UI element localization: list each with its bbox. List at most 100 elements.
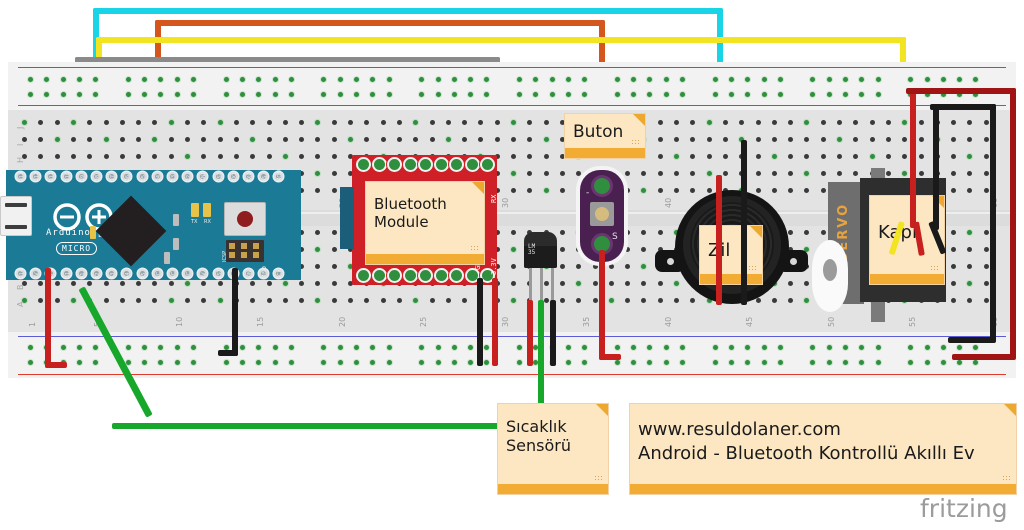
note-resize-grip[interactable] [470,245,480,252]
breadboard-hole[interactable] [983,298,989,303]
breadboard-hole[interactable] [549,92,555,97]
breadboard-hole[interactable] [657,230,663,235]
breadboard-hole[interactable] [761,92,767,97]
breadboard-hole[interactable] [771,188,777,193]
breadboard-hole[interactable] [875,77,881,82]
breadboard-hole[interactable] [983,247,989,252]
breadboard-hole[interactable] [103,120,109,125]
breadboard-hole[interactable] [674,137,679,142]
breadboard-hole[interactable] [60,77,66,82]
breadboard-hole[interactable] [722,154,728,159]
breadboard-hole[interactable] [771,137,777,142]
breadboard-hole[interactable] [380,298,386,303]
breadboard-hole[interactable] [28,77,33,82]
breadboard-hole[interactable] [657,137,663,142]
breadboard-hole[interactable] [429,120,435,125]
breadboard-hole[interactable] [559,171,565,176]
breadboard-hole[interactable] [282,120,288,125]
breadboard-hole[interactable] [559,188,565,193]
breadboard-hole[interactable] [777,360,783,365]
breadboard-hole[interactable] [517,77,522,82]
breadboard-hole[interactable] [843,77,848,82]
breadboard-hole-connected[interactable] [282,281,288,286]
breadboard-hole-connected[interactable] [837,137,842,142]
breadboard-hole[interactable] [354,77,359,82]
breadboard-hole[interactable] [386,345,392,350]
breadboard-hole-connected[interactable] [348,137,353,142]
breadboard-hole[interactable] [451,77,457,82]
breadboard-hole[interactable] [168,137,174,142]
breadboard-hole[interactable] [266,281,272,286]
breadboard-hole[interactable] [70,137,76,142]
breadboard-hole[interactable] [826,345,832,350]
breadboard-hole[interactable] [233,120,239,125]
breadboard-hole-connected[interactable] [445,137,451,142]
breadboard-hole[interactable] [728,77,734,82]
breadboard-hole-connected[interactable] [511,298,516,303]
breadboard-hole[interactable] [511,154,516,159]
breadboard-hole[interactable] [386,92,392,97]
breadboard-hole[interactable] [663,77,669,82]
breadboard-hole[interactable] [70,154,76,159]
breadboard-hole-connected[interactable] [22,120,27,125]
breadboard-hole[interactable] [869,137,875,142]
breadboard-hole[interactable] [663,360,669,365]
breadboard-hole[interactable] [559,230,565,235]
wire-orange-top-horizontal[interactable] [155,20,605,26]
breadboard-hole[interactable] [60,345,66,350]
bluetooth-pad[interactable] [358,159,369,170]
breadboard-hole[interactable] [728,360,734,365]
breadboard-hole[interactable] [517,92,522,97]
breadboard-hole[interactable] [543,298,549,303]
breadboard-hole[interactable] [983,281,989,286]
breadboard-hole[interactable] [354,92,359,97]
wire-black-rail-bridge-top[interactable] [930,104,996,110]
bluetooth-pad[interactable] [404,270,416,281]
breadboard-hole[interactable] [761,77,767,82]
breadboard-hole[interactable] [826,92,832,97]
breadboard-hole-connected[interactable] [185,154,190,159]
breadboard-hole[interactable] [983,137,989,142]
breadboard-hole[interactable] [706,188,712,193]
breadboard-hole[interactable] [435,92,441,97]
breadboard-hole[interactable] [331,298,337,303]
breadboard-hole[interactable] [354,360,359,365]
breadboard-hole[interactable] [820,154,826,159]
bluetooth-pad[interactable] [420,159,431,170]
breadboard-hole[interactable] [396,120,402,125]
breadboard-hole[interactable] [614,92,620,97]
breadboard-hole[interactable] [76,360,82,365]
breadboard-hole[interactable] [435,77,441,82]
breadboard-hole[interactable] [174,77,180,82]
wire-red-arduino-5v[interactable] [45,268,51,368]
breadboard-hole[interactable] [233,154,239,159]
breadboard-hole[interactable] [706,154,712,159]
breadboard-hole[interactable] [451,345,457,350]
breadboard-hole[interactable] [266,298,272,303]
arduino-icsp-header[interactable] [226,240,264,262]
breadboard-hole[interactable] [820,188,826,193]
breadboard-hole[interactable] [761,345,767,350]
button-tactile-switch[interactable] [590,202,614,226]
bluetooth-pad[interactable] [451,270,462,281]
breadboard-hole[interactable] [76,345,82,350]
breadboard-hole[interactable] [119,281,125,286]
breadboard-hole[interactable] [837,120,842,125]
breadboard-hole[interactable] [103,281,109,286]
breadboard-hole[interactable] [657,188,663,193]
breadboard-hole-connected[interactable] [543,137,549,142]
breadboard-hole[interactable] [266,120,272,125]
note-resize-grip[interactable] [930,265,940,272]
breadboard-hole[interactable] [445,120,451,125]
breadboard-hole[interactable] [728,92,734,97]
breadboard-hole[interactable] [843,360,848,365]
breadboard-hole[interactable] [924,77,930,82]
breadboard-hole[interactable] [755,188,761,193]
breadboard-hole[interactable] [543,281,549,286]
breadboard-hole[interactable] [282,137,288,142]
bluetooth-pad[interactable] [389,270,400,281]
breadboard-hole-connected[interactable] [511,247,516,252]
breadboard-hole[interactable] [843,92,848,97]
bluetooth-pad[interactable] [420,270,431,281]
note-buton[interactable]: Buton [565,114,645,158]
